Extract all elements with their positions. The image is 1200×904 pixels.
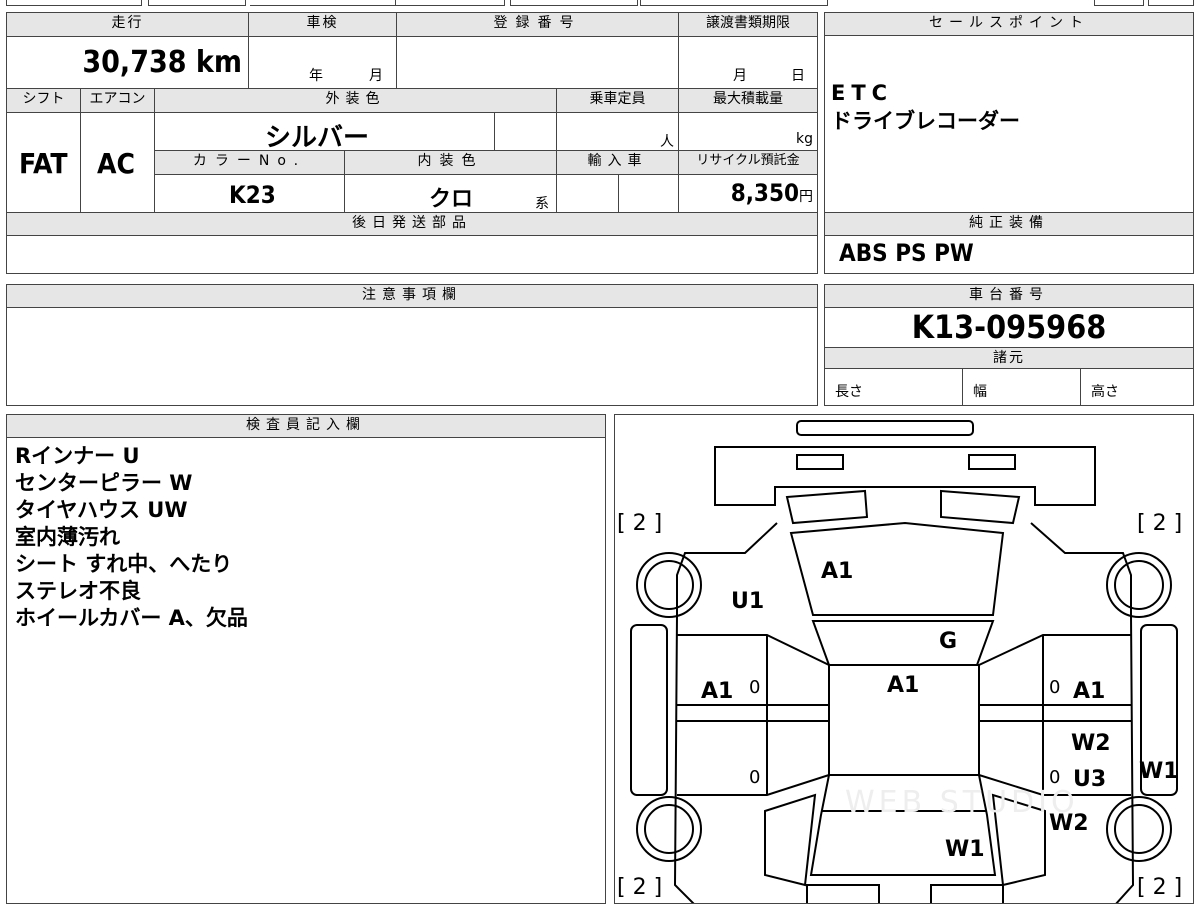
ac-value: AC <box>97 147 135 180</box>
inspector-line: 室内薄汚れ <box>15 525 120 549</box>
ac-cell: AC <box>81 113 155 213</box>
later-parts-header: 後日発送部品 <box>7 213 817 236</box>
spec-height: 高さ <box>1091 384 1119 400</box>
inspector-box: 検査員記入欄 Rインナー U センターピラー W タイヤハウス UW 室内薄汚れ… <box>6 414 606 904</box>
transfer-cell: 月 日 <box>679 37 817 89</box>
recycle-cell: 8,350円 <box>679 175 817 213</box>
inspector-line: Rインナー U <box>15 444 140 468</box>
load-unit: kg <box>796 131 813 147</box>
inspection-header: 車検 <box>249 13 397 37</box>
color-no-value: K23 <box>229 181 276 209</box>
recycle-value: 8,350 <box>730 179 799 207</box>
shift-value: FAT <box>19 147 68 180</box>
recycle-unit: 円 <box>799 189 813 205</box>
ac-header: エアコン <box>81 89 155 113</box>
transfer-header: 譲渡書類期限 <box>679 13 817 37</box>
capacity-header: 乗車定員 <box>557 89 679 113</box>
mileage-header: 走行 <box>7 13 249 37</box>
specs-header: 諸元 <box>825 347 1193 369</box>
inspector-line: ホイールカバー A、欠品 <box>15 606 248 630</box>
damage-right-side: W1 <box>1139 759 1179 784</box>
damage-right-rear-lower: U3 <box>1073 767 1107 792</box>
recycle-header: リサイクル預託金 <box>679 151 817 175</box>
registration-cell <box>397 37 679 89</box>
interior-cell: クロ 系 <box>345 175 557 213</box>
sales-points-header: セールスポイント <box>825 13 1193 36</box>
mileage-unit: km <box>195 45 242 80</box>
sales-points-box: セールスポイント ETC ドライブレコーダー <box>824 12 1194 214</box>
registration-header: 登録番号 <box>397 13 679 37</box>
color-no-cell: K23 <box>155 175 345 213</box>
inspection-month: 月 <box>369 68 383 84</box>
damage-right-front-door: A1 <box>1073 679 1106 704</box>
watermark: WEB STUDIO <box>845 785 1079 820</box>
interior-suffix: 系 <box>535 196 549 212</box>
inspector-line: センターピラー W <box>15 471 193 495</box>
equipment-header: 純正装備 <box>825 213 1193 236</box>
notes-header: 注意事項欄 <box>7 285 817 308</box>
import-header: 輸入車 <box>557 151 679 175</box>
top-strip <box>0 0 1200 6</box>
inspector-line: ステレオ不良 <box>15 579 141 603</box>
shift-header: シフト <box>7 89 81 113</box>
inspector-line: タイヤハウス UW <box>15 498 188 522</box>
spec-table: 走行 車検 登録番号 譲渡書類期限 30,738 km 年 月 月 日 シフト … <box>6 12 818 214</box>
shift-cell: FAT <box>7 113 81 213</box>
mileage-value: 30,738 <box>82 45 187 80</box>
damage-rear: W1 <box>945 837 985 862</box>
exterior-cell: シルバー <box>155 113 495 153</box>
zero-mark: 0 <box>749 767 761 788</box>
max-load-cell: kg <box>679 113 817 151</box>
transfer-month: 月 <box>733 68 747 84</box>
car-outline-drawing <box>630 420 1178 903</box>
damage-windshield: G <box>939 629 958 654</box>
notes-box: 注意事項欄 <box>6 284 818 406</box>
zero-mark: 0 <box>749 677 761 698</box>
inspection-cell: 年 月 <box>249 37 397 89</box>
spec-width: 幅 <box>963 369 1081 405</box>
interior-value: クロ <box>429 187 474 212</box>
capacity-cell: 人 <box>557 113 679 151</box>
damage-roof: A1 <box>887 673 920 698</box>
damage-right-rear-upper: W2 <box>1071 731 1111 756</box>
equipment-box: 純正装備 ABS PS PW <box>824 212 1194 274</box>
inspector-line: シート すれ中、へたり <box>15 552 233 576</box>
spec-length: 長さ <box>825 369 963 405</box>
inspection-year: 年 <box>309 68 323 84</box>
damage-hood: A1 <box>821 559 854 584</box>
tire-grade-bl: [ 2 ] <box>617 875 663 900</box>
equipment-value: ABS PS PW <box>839 239 974 267</box>
tire-grade-br: [ 2 ] <box>1137 875 1183 900</box>
capacity-unit: 人 <box>660 134 674 150</box>
car-diagram: WEB STUDIO [ 2 ] [ 2 ] [ 2 ] [ 2 ] A1 U1… <box>614 414 1194 904</box>
transfer-day: 日 <box>791 68 805 84</box>
zero-mark: 0 <box>1049 677 1061 698</box>
mileage-cell: 30,738 km <box>7 37 249 89</box>
chassis-number: K13-095968 <box>911 308 1107 346</box>
damage-right-rear-fender: W2 <box>1049 811 1089 836</box>
later-parts-box: 後日発送部品 <box>6 212 818 274</box>
chassis-box: 車台番号 K13-095968 諸元 長さ 幅 高さ <box>824 284 1194 406</box>
chassis-header: 車台番号 <box>825 285 1193 308</box>
sales-point-item: ETC <box>831 81 894 105</box>
tire-grade-tl: [ 2 ] <box>617 511 663 536</box>
exterior-value: シルバー <box>265 123 370 153</box>
zero-mark: 0 <box>1049 767 1061 788</box>
damage-left-front-door: A1 <box>701 679 734 704</box>
tire-grade-tr: [ 2 ] <box>1137 511 1183 536</box>
color-no-header: カラーNo. <box>155 151 345 175</box>
damage-front-left-fender: U1 <box>731 589 765 614</box>
max-load-header: 最大積載量 <box>679 89 817 113</box>
sales-point-item: ドライブレコーダー <box>831 109 1020 133</box>
interior-header: 内装色 <box>345 151 557 175</box>
exterior-header: 外装色 <box>155 89 557 113</box>
inspector-header: 検査員記入欄 <box>7 415 605 438</box>
